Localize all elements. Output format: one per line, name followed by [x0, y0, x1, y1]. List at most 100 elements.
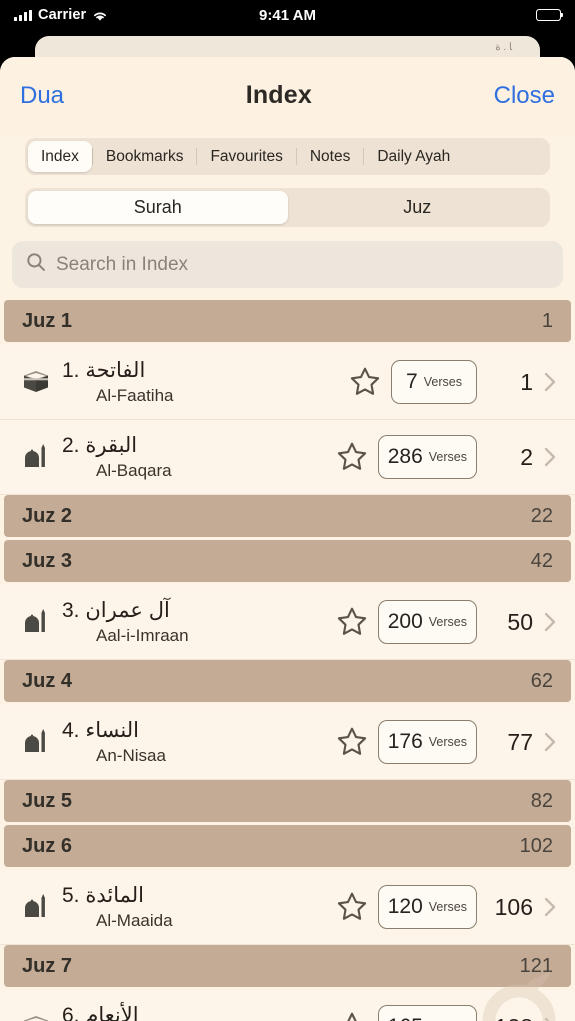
verses-count: 120 — [387, 895, 423, 918]
juz-label: Juz 1 — [22, 309, 73, 332]
star-outline-icon[interactable] — [339, 365, 391, 399]
kaaba-icon — [14, 367, 58, 397]
verses-count: 286 — [387, 445, 423, 468]
verses-count: 200 — [387, 610, 423, 633]
juz-header-row[interactable]: Juz 1 1 — [4, 300, 571, 342]
kaaba-icon — [14, 1012, 58, 1021]
surah-english-name: Al-Baqara — [96, 460, 172, 480]
surah-arabic-name: 5. المائدة — [62, 884, 145, 908]
surah-number: 4. — [62, 719, 80, 743]
juz-page-number: 42 — [530, 549, 553, 572]
juz-page-number: 22 — [530, 504, 553, 527]
surah-number: 6. — [62, 1004, 80, 1021]
verses-label: Verses — [428, 615, 467, 629]
surah-names: 2. البقرة Al-Baqara — [58, 433, 326, 480]
verses-badge: 165 Verses — [377, 1005, 477, 1021]
mode-tabs: Surah Juz — [25, 188, 550, 227]
juz-header-row[interactable]: Juz 7 121 — [4, 945, 571, 987]
mosque-icon — [14, 727, 58, 757]
surah-number: 2. — [62, 434, 80, 458]
chevron-right-icon — [539, 896, 561, 918]
tab-index[interactable]: Index — [28, 141, 92, 172]
tab-juz[interactable]: Juz — [288, 191, 548, 224]
juz-label: Juz 4 — [22, 669, 73, 692]
surah-arabic-name: 6. الأنعام — [62, 1004, 139, 1021]
surah-row[interactable]: 4. النساء An-Nisaa 176 Verses 77 — [0, 705, 575, 780]
surah-arabic-name: 2. البقرة — [62, 434, 138, 458]
carrier-label: Carrier — [38, 7, 87, 23]
juz-page-number: 121 — [519, 954, 553, 977]
verses-badge: 200 Verses — [377, 600, 477, 644]
star-outline-icon[interactable] — [326, 1010, 378, 1021]
tab-bookmarks[interactable]: Bookmarks — [93, 141, 197, 172]
surah-number: 1. — [62, 359, 80, 383]
tab-daily-ayah[interactable]: Daily Ayah — [364, 141, 463, 172]
chevron-right-icon — [539, 371, 561, 393]
surah-names: 5. المائدة Al-Maaida — [58, 883, 326, 930]
surah-number: 5. — [62, 884, 80, 908]
surah-arabic-name: 3. آل عمران — [62, 599, 170, 623]
star-outline-icon[interactable] — [326, 890, 378, 924]
wifi-icon — [92, 9, 108, 21]
juz-header-row[interactable]: Juz 4 62 — [4, 660, 571, 702]
juz-header-row[interactable]: Juz 2 22 — [4, 495, 571, 537]
verses-label: Verses — [428, 450, 467, 464]
juz-label: Juz 7 — [22, 954, 73, 977]
chevron-right-icon — [539, 731, 561, 753]
surah-page-number: 106 — [494, 893, 533, 920]
star-outline-icon[interactable] — [326, 440, 378, 474]
index-modal-sheet: Dua Index Close Index Bookmarks Favourit… — [0, 57, 575, 1021]
surah-row[interactable]: 3. آل عمران Aal-i-Imraan 200 Verses 50 — [0, 585, 575, 660]
chevron-right-icon — [539, 1016, 561, 1021]
surah-row[interactable]: 1. الفاتحة Al-Faatiha 7 Verses 1 — [0, 345, 575, 420]
star-outline-icon[interactable] — [326, 725, 378, 759]
surah-page-number: 2 — [520, 443, 533, 470]
juz-page-number: 102 — [519, 834, 553, 857]
close-button[interactable]: Close — [494, 82, 555, 110]
juz-label: Juz 6 — [22, 834, 73, 857]
verses-label: Verses — [428, 735, 467, 749]
battery-full-icon — [536, 9, 564, 21]
verses-label: Verses — [423, 375, 462, 389]
surah-english-name: Al-Faatiha — [96, 385, 174, 405]
status-bar-right — [536, 9, 564, 21]
mosque-icon — [14, 442, 58, 472]
search-input[interactable]: Search in Index — [56, 254, 188, 276]
index-list: Juz 1 1 1. الفاتحة Al-Faatiha 7 Verses 1… — [0, 300, 575, 1021]
verses-badge: 286 Verses — [377, 435, 477, 479]
surah-page-number: 50 — [507, 608, 533, 635]
surah-names: 3. آل عمران Aal-i-Imraan — [58, 598, 326, 645]
star-outline-icon[interactable] — [326, 605, 378, 639]
juz-header-row[interactable]: Juz 5 82 — [4, 780, 571, 822]
juz-page-number: 62 — [530, 669, 553, 692]
page-title: Index — [245, 81, 312, 109]
surah-row[interactable]: 5. المائدة Al-Maaida 120 Verses 106 — [0, 870, 575, 945]
surah-row[interactable]: 6. الأنعام Al-An'aam 165 Verses 128 — [0, 990, 575, 1021]
surah-page-number: 77 — [507, 728, 533, 755]
dua-button[interactable]: Dua — [20, 82, 64, 110]
tab-notes[interactable]: Notes — [297, 141, 364, 172]
modal-navbar: Dua Index Close — [0, 57, 575, 134]
juz-page-number: 82 — [530, 789, 553, 812]
verses-badge: 7 Verses — [391, 360, 477, 404]
verses-label: Verses — [428, 900, 467, 914]
juz-header-row[interactable]: Juz 3 42 — [4, 540, 571, 582]
cellular-bars-icon — [14, 9, 32, 21]
tab-favourites[interactable]: Favourites — [197, 141, 295, 172]
surah-names: 6. الأنعام Al-An'aam — [58, 1003, 326, 1021]
chevron-right-icon — [539, 446, 561, 468]
juz-label: Juz 3 — [22, 549, 73, 572]
surah-row[interactable]: 2. البقرة Al-Baqara 286 Verses 2 — [0, 420, 575, 495]
mosque-icon — [14, 607, 58, 637]
surah-arabic-name: 1. الفاتحة — [62, 359, 146, 383]
verses-count: 7 — [406, 370, 418, 393]
status-bar: Carrier 9:41 AM — [0, 0, 575, 30]
background-card-glyphs: ﺎ . ة — [495, 42, 512, 53]
tab-surah[interactable]: Surah — [28, 191, 288, 224]
juz-header-row[interactable]: Juz 6 102 — [4, 825, 571, 867]
chevron-right-icon — [539, 611, 561, 633]
juz-page-number: 1 — [541, 309, 553, 332]
surah-english-name: An-Nisaa — [96, 745, 166, 765]
search-container: Search in Index — [0, 227, 575, 300]
search-bar[interactable]: Search in Index — [12, 241, 563, 288]
